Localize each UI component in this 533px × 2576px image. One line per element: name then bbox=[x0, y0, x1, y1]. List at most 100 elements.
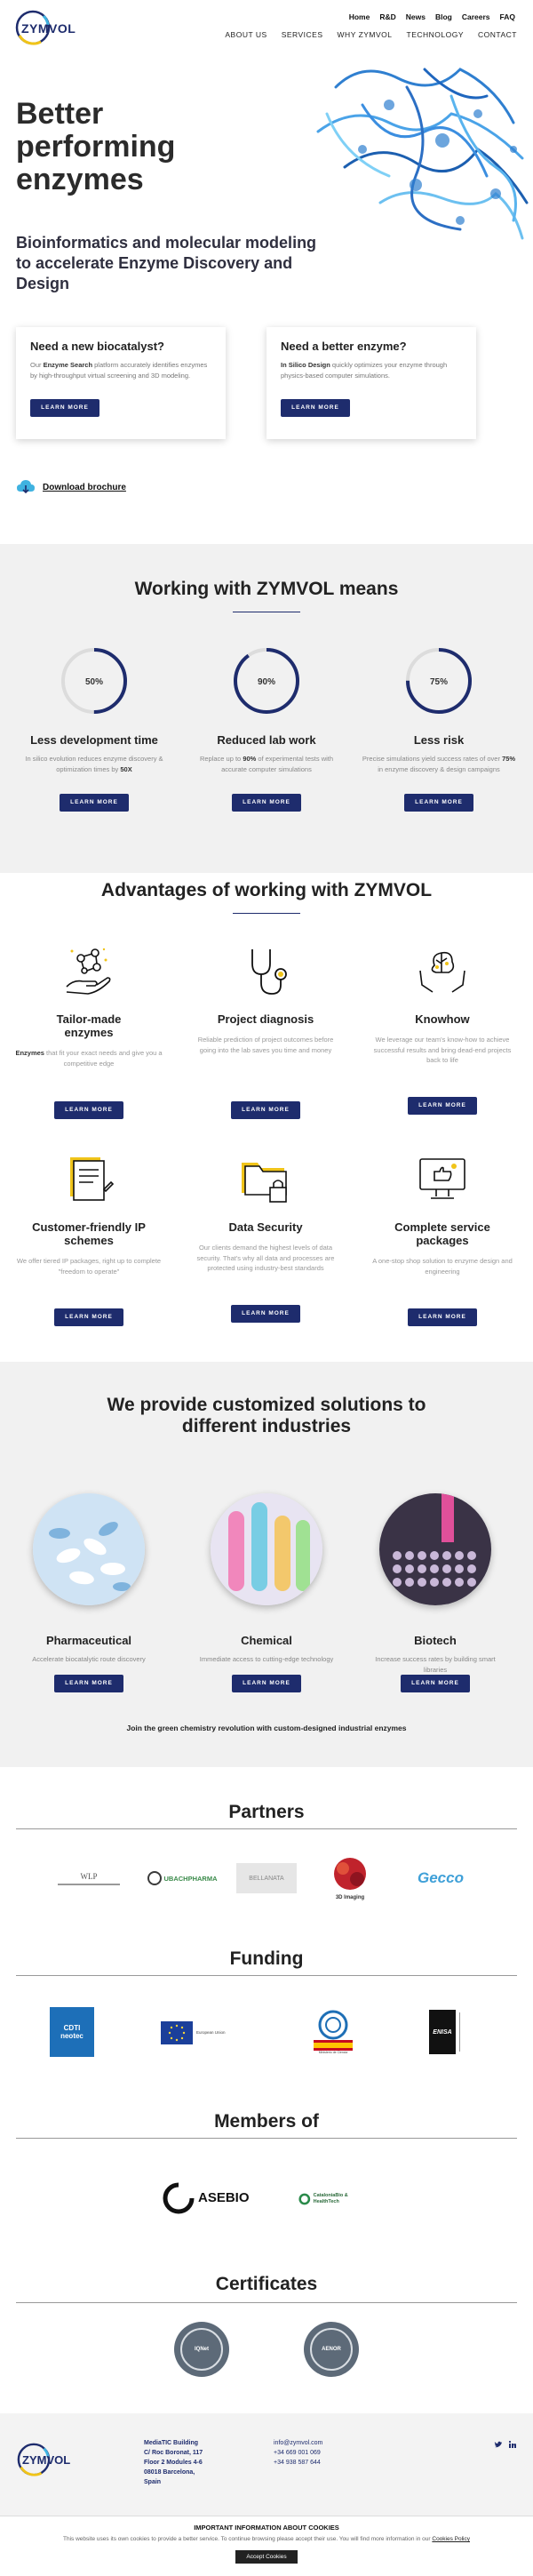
partner-logo-gecco[interactable]: Gecco bbox=[403, 1867, 478, 1890]
3d-imaging-mark-icon: 3D Imaging bbox=[334, 1858, 366, 1900]
funding-title: Funding bbox=[229, 1948, 304, 1969]
top-nav-faq[interactable]: FAQ bbox=[500, 12, 515, 21]
progress-ring-90: 90% bbox=[234, 648, 299, 714]
main-nav-about[interactable]: ABOUT US bbox=[225, 30, 266, 39]
learn-more-button[interactable]: LEARN MORE bbox=[30, 399, 99, 417]
industry-text: Increase success rates by building smart… bbox=[375, 1655, 496, 1674]
better-enzyme-card: Need a better enzyme? In Silico Design q… bbox=[266, 327, 476, 439]
learn-more-button[interactable]: LEARN MORE bbox=[404, 794, 473, 812]
top-nav-rd[interactable]: R&D bbox=[379, 12, 395, 21]
working-item-title: Reduced lab work bbox=[217, 733, 316, 747]
partner-logo-3d-imaging[interactable]: 3D Imaging bbox=[327, 1854, 373, 1900]
advantage-text: A one-stop shop solution to enzyme desig… bbox=[372, 1257, 513, 1276]
working-title: Working with ZYMVOL means bbox=[134, 579, 399, 599]
main-nav-services[interactable]: SERVICES bbox=[282, 30, 323, 39]
molecule-hand-icon bbox=[66, 948, 111, 995]
top-nav: Home R&D News Blog Careers FAQ bbox=[349, 12, 515, 21]
learn-more-button[interactable]: LEARN MORE bbox=[281, 399, 350, 417]
top-nav-careers[interactable]: Careers bbox=[462, 12, 490, 21]
partner-logo-ubach[interactable]: UBACHPHARMA bbox=[144, 1865, 220, 1892]
footer-logo[interactable]: ZYMVOL bbox=[16, 2442, 80, 2479]
member-logo-cataloniabio[interactable]: CataloniaBio & HealthTech bbox=[298, 2187, 366, 2212]
spain-flag-icon bbox=[314, 2040, 353, 2051]
advantage-text: Our clients demand the highest levels of… bbox=[196, 1244, 335, 1272]
partner-logo-bellanata[interactable]: BELLANATA bbox=[236, 1863, 297, 1893]
card-text: Our Enzyme Search platform accurately id… bbox=[30, 361, 208, 380]
cookie-policy-link[interactable]: Cookies Policy bbox=[432, 2536, 470, 2542]
ministerio-mark-icon bbox=[318, 2010, 348, 2040]
download-brochure-text[interactable]: Download brochure bbox=[43, 483, 126, 492]
main-nav-why[interactable]: WHY ZYMVOL bbox=[338, 30, 393, 39]
ubach-mark-icon bbox=[147, 1871, 162, 1885]
cloud-download-icon bbox=[17, 480, 35, 494]
working-item-lab: 90% Reduced lab work Replace up to 90% o… bbox=[178, 645, 355, 814]
partners-title: Partners bbox=[228, 1802, 305, 1822]
eu-flag-icon bbox=[161, 2021, 193, 2044]
industry-title: Pharmaceutical bbox=[45, 1634, 132, 1647]
footer-phone-2[interactable]: +34 938 587 644 bbox=[274, 2458, 322, 2468]
hero-subtitle: Bioinformatics and molecular modeling to… bbox=[16, 234, 317, 292]
learn-more-button[interactable]: LEARN MORE bbox=[54, 1101, 123, 1119]
advantage-text: Reliable prediction of project outcomes … bbox=[197, 1036, 334, 1054]
industry-text: Accelerate biocatalytic route discovery bbox=[32, 1655, 146, 1663]
top-nav-news[interactable]: News bbox=[406, 12, 426, 21]
learn-more-button[interactable]: LEARN MORE bbox=[232, 794, 301, 812]
learn-more-button[interactable]: LEARN MORE bbox=[54, 1675, 123, 1692]
top-nav-blog[interactable]: Blog bbox=[435, 12, 452, 21]
asebio-mark-icon bbox=[163, 2182, 195, 2214]
progress-label: 75% bbox=[430, 677, 448, 687]
zymvol-logo[interactable]: ZYMVOL bbox=[14, 9, 78, 46]
certificate-aenor[interactable]: AENOR bbox=[304, 2322, 359, 2377]
stethoscope-icon bbox=[251, 949, 287, 995]
footer-phone-1[interactable]: +34 669 001 069 bbox=[274, 2448, 322, 2458]
card-title: Need a new biocatalyst? bbox=[30, 340, 164, 353]
certificates-divider bbox=[16, 2302, 517, 2303]
learn-more-button[interactable]: LEARN MORE bbox=[408, 1097, 477, 1115]
folder-lock-icon bbox=[242, 1163, 287, 1203]
working-item-title: Less risk bbox=[413, 733, 465, 747]
learn-more-button[interactable]: LEARN MORE bbox=[408, 1308, 477, 1326]
funding-divider bbox=[16, 1975, 517, 1976]
partners-divider bbox=[16, 1828, 517, 1829]
funding-logo-ministerio[interactable]: Ministerio de Ciencia bbox=[309, 2005, 357, 2059]
certificate-iqnet[interactable]: IQNet bbox=[174, 2322, 229, 2377]
progress-label: 50% bbox=[85, 677, 103, 687]
advantage-text: Enzymes that fit your exact needs and gi… bbox=[15, 1049, 163, 1068]
learn-more-button[interactable]: LEARN MORE bbox=[231, 1305, 300, 1323]
card-title: Need a better enzyme? bbox=[281, 340, 407, 353]
industry-title: Biotech bbox=[414, 1634, 457, 1647]
progress-ring-50: 50% bbox=[61, 648, 127, 714]
main-nav-technology[interactable]: TECHNOLOGY bbox=[407, 30, 465, 39]
linkedin-icon[interactable] bbox=[508, 2440, 517, 2449]
main-nav-contact[interactable]: CONTACT bbox=[478, 30, 517, 39]
accept-cookies-button[interactable]: Accept Cookies bbox=[235, 2550, 298, 2564]
working-item-text: Precise simulations yield success rates … bbox=[362, 755, 516, 773]
learn-more-button[interactable]: LEARN MORE bbox=[232, 1675, 301, 1692]
logo-text: ZYMVOL bbox=[21, 21, 76, 36]
advantage-title: Tailor-made enzymes bbox=[56, 1012, 122, 1039]
advantage-diagnosis: Project diagnosis Reliable prediction of… bbox=[181, 944, 350, 1119]
twitter-icon[interactable] bbox=[494, 2440, 503, 2449]
biocatalyst-card: Need a new biocatalyst? Our Enzyme Searc… bbox=[16, 327, 226, 439]
partner-logo-wlp[interactable]: WLP bbox=[53, 1865, 124, 1892]
working-item-title: Less development time bbox=[30, 733, 158, 747]
funding-logo-eu[interactable]: European Union bbox=[160, 2018, 240, 2048]
footer-email[interactable]: info@zymvol.com bbox=[274, 2438, 322, 2448]
top-nav-home[interactable]: Home bbox=[349, 12, 370, 21]
advantage-text: We offer tiered IP packages, right up to… bbox=[16, 1257, 162, 1276]
member-logo-asebio[interactable]: ASEBIO bbox=[158, 2176, 250, 2220]
brain-hands-icon bbox=[419, 951, 465, 993]
learn-more-button[interactable]: LEARN MORE bbox=[54, 1308, 123, 1326]
svg-text:3D Imaging: 3D Imaging bbox=[336, 1895, 365, 1900]
members-divider bbox=[16, 2138, 517, 2139]
funding-logo-cdti[interactable]: CDTI neotec bbox=[50, 2007, 94, 2057]
site-header: ZYMVOL Home R&D News Blog Careers FAQ AB… bbox=[0, 0, 533, 55]
learn-more-button[interactable]: LEARN MORE bbox=[231, 1101, 300, 1119]
learn-more-button[interactable]: LEARN MORE bbox=[401, 1675, 470, 1692]
learn-more-button[interactable]: LEARN MORE bbox=[60, 794, 129, 812]
cookie-text: This website uses its own cookies to pro… bbox=[62, 2536, 471, 2542]
download-brochure-link[interactable]: Download brochure bbox=[16, 478, 126, 496]
advantage-service-packages: Complete service packages A one-stop sho… bbox=[358, 1152, 527, 1326]
industry-pharmaceutical: Pharmaceutical Accelerate biocatalytic r… bbox=[9, 1493, 169, 1692]
funding-logo-enisa[interactable]: ENISA bbox=[426, 2007, 489, 2057]
